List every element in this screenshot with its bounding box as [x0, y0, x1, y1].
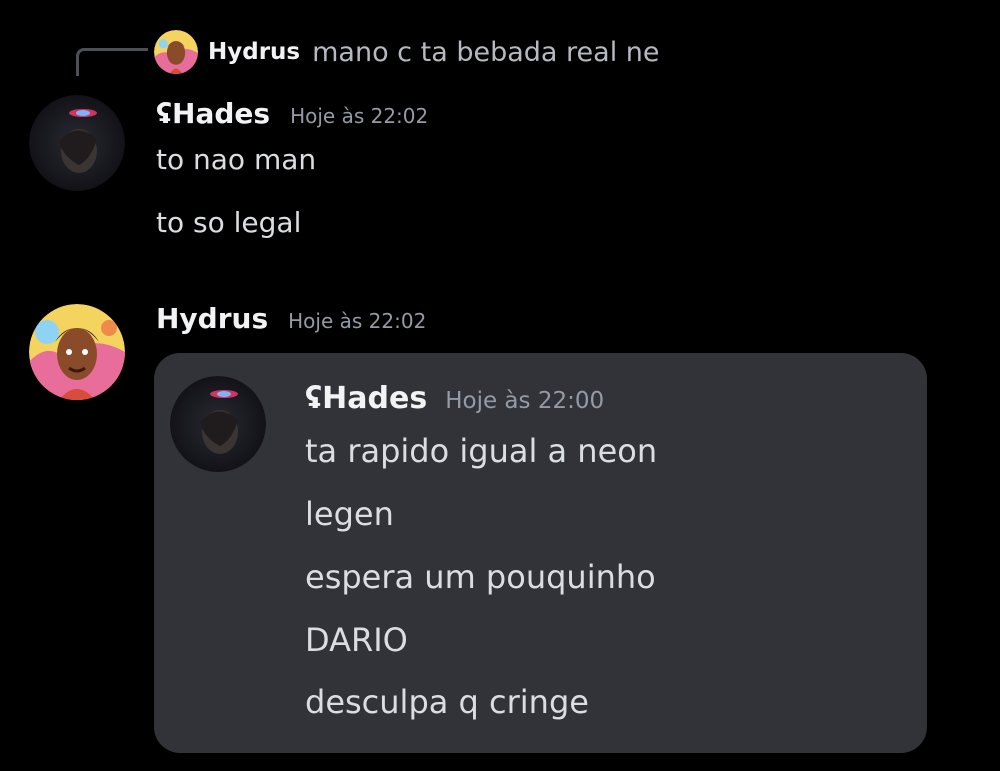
message-line[interactable]: to so legal [156, 206, 301, 239]
attachment-line: legen [305, 495, 394, 533]
message-timestamp[interactable]: Hoje às 22:02 [288, 309, 426, 333]
attachment-line: DARIO [305, 621, 408, 659]
hades-avatar-icon [170, 376, 266, 472]
attachment-header: ʢHades Hoje às 22:00 [305, 381, 604, 416]
message-header: ʢHades Hoje às 22:02 [156, 97, 428, 130]
attachment-line: espera um pouquinho [305, 558, 656, 596]
attachment-author: ʢHades [305, 381, 428, 416]
hades-avatar-icon[interactable] [29, 95, 125, 191]
attachment-line: desculpa q cringe [305, 683, 589, 721]
message-header: Hydrus Hoje às 22:02 [156, 302, 426, 335]
message-timestamp[interactable]: Hoje às 22:02 [290, 104, 428, 128]
reply-reference[interactable]: Hydrus mano c ta bebada real ne [154, 30, 660, 74]
message-author[interactable]: ʢHades [156, 97, 270, 130]
reply-spine [76, 48, 148, 76]
reply-author[interactable]: Hydrus [208, 39, 300, 65]
hydrus-mini-avatar-icon[interactable] [154, 30, 198, 74]
message-line[interactable]: to nao man [156, 143, 316, 176]
reply-text[interactable]: mano c ta bebada real ne [312, 37, 659, 68]
hydrus-avatar-icon[interactable] [29, 304, 125, 400]
image-attachment[interactable]: ʢHades Hoje às 22:00 ta rapido igual a n… [154, 353, 927, 753]
attachment-timestamp: Hoje às 22:00 [445, 388, 605, 414]
attachment-line: ta rapido igual a neon [305, 432, 658, 470]
message-author[interactable]: Hydrus [156, 302, 268, 335]
